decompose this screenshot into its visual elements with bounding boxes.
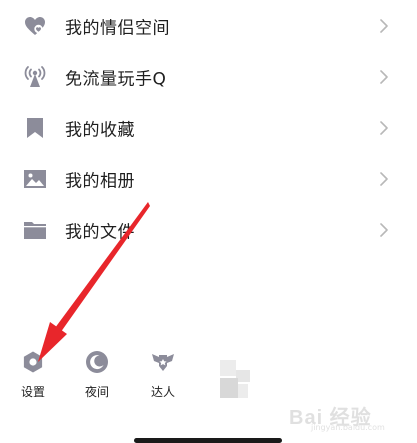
expert-button[interactable]: 达人: [143, 350, 183, 400]
menu-item-free-data[interactable]: 免流量玩手Q: [0, 51, 417, 102]
menu-item-couple-space[interactable]: 我的情侣空间: [0, 0, 417, 51]
night-mode-button[interactable]: 夜间: [77, 350, 117, 400]
blurred-icon: [220, 360, 250, 400]
heart-icon: [23, 14, 47, 38]
signal-tower-icon: [23, 65, 47, 89]
chevron-right-icon: [379, 120, 389, 136]
menu-item-favorites[interactable]: 我的收藏: [0, 102, 417, 153]
photo-icon: [23, 167, 47, 191]
menu-item-files[interactable]: 我的文件: [0, 204, 417, 255]
folder-icon: [23, 218, 47, 242]
menu-item-album[interactable]: 我的相册: [0, 153, 417, 204]
moon-icon: [85, 350, 109, 374]
chevron-right-icon: [379, 18, 389, 34]
chevron-right-icon: [379, 171, 389, 187]
bookmark-icon: [23, 116, 47, 140]
expert-label: 达人: [150, 385, 175, 399]
menu-item-label: 我的相册: [65, 171, 135, 191]
settings-button[interactable]: 设置: [13, 350, 53, 400]
night-label: 夜间: [84, 385, 109, 399]
menu-item-label: 我的情侣空间: [65, 18, 170, 38]
gear-icon: [21, 350, 45, 374]
winged-badge-icon: [151, 350, 175, 374]
settings-label: 设置: [20, 385, 45, 399]
baidu-watermark: Bai 经验 jingyan.baidu.com: [289, 407, 385, 432]
menu-item-label: 我的文件: [65, 222, 135, 242]
home-indicator: [134, 438, 282, 443]
menu-item-label: 免流量玩手Q: [65, 69, 167, 89]
chevron-right-icon: [379, 222, 389, 238]
menu-item-label: 我的收藏: [65, 120, 135, 140]
chevron-right-icon: [379, 69, 389, 85]
